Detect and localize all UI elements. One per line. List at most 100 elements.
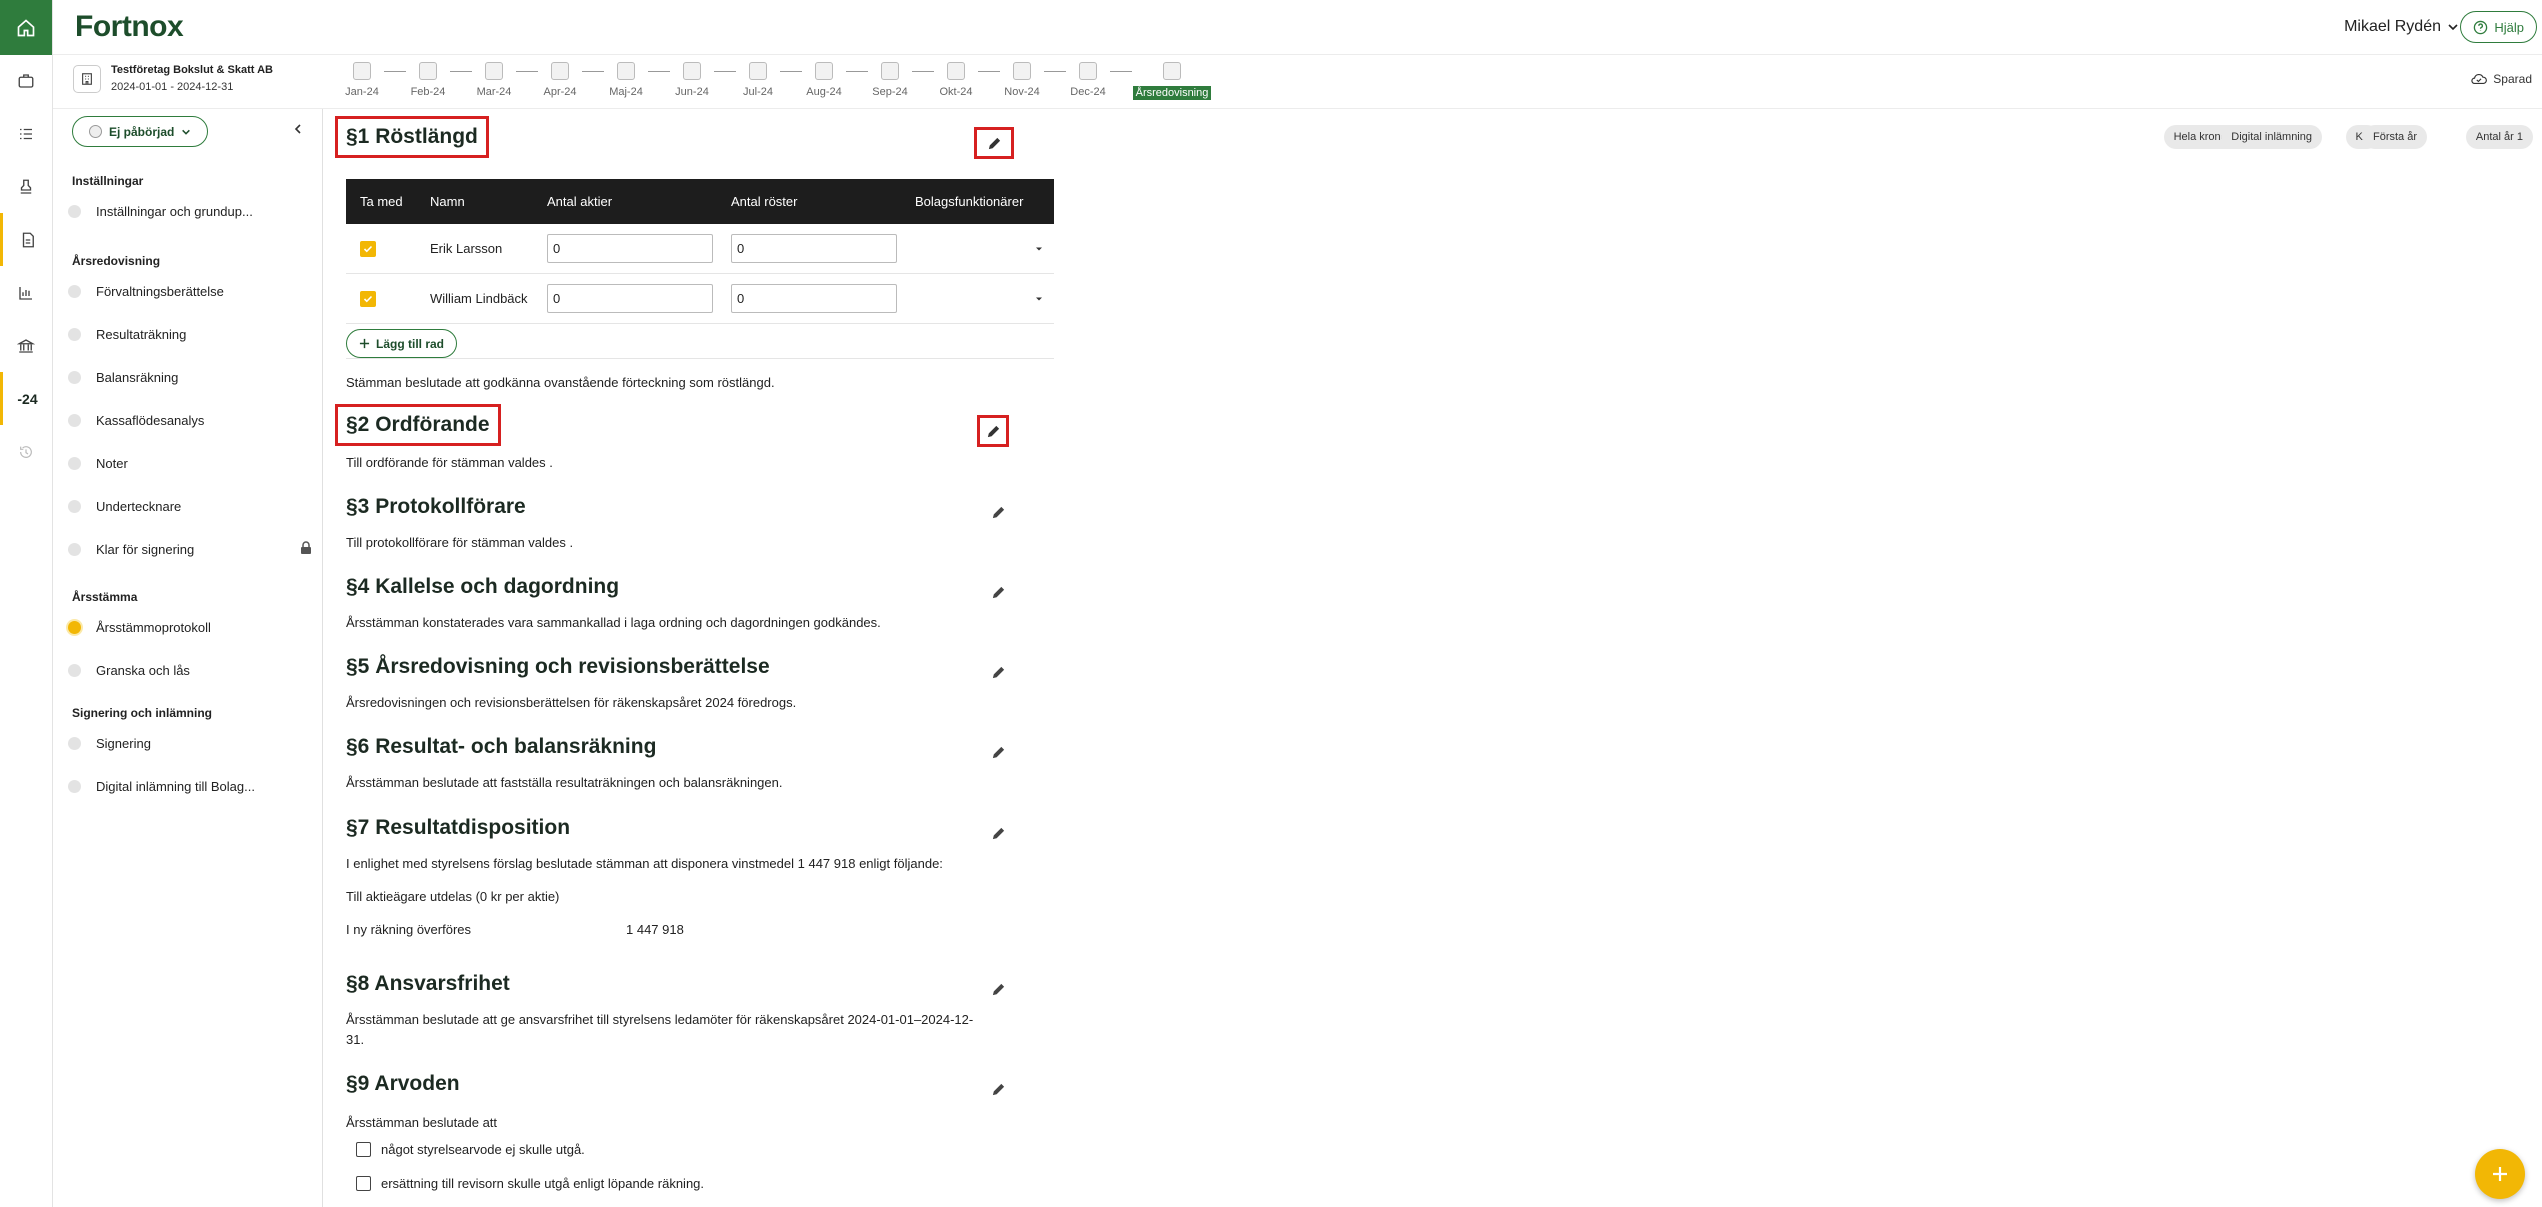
timeline-month[interactable]: Feb-24: [406, 62, 450, 98]
timeline-month-label: Jan-24: [345, 86, 379, 98]
timeline-active-label: Årsredovisning: [1132, 86, 1212, 100]
section-5-text: Årsredovisningen och revisionsberättelse…: [346, 695, 797, 710]
board-fee-checkbox[interactable]: [356, 1142, 371, 1157]
sidebar: Ej påbörjad Inställningar Inställningar o…: [53, 109, 323, 1207]
stamp-icon[interactable]: [0, 160, 52, 213]
pencil-icon: [988, 137, 1000, 149]
sidebar-item[interactable]: Kassaflödesanalys: [68, 405, 312, 435]
sidebar-item[interactable]: Noter: [68, 448, 312, 478]
edit-section-9-button[interactable]: [981, 1072, 1015, 1106]
timeline-month-label: Aug-24: [806, 86, 842, 98]
briefcase-icon[interactable]: [0, 55, 52, 107]
timeline-month[interactable]: Dec-24: [1066, 62, 1110, 98]
document-icon: [815, 62, 833, 80]
timeline-month[interactable]: Jul-24: [736, 62, 780, 98]
timeline-annual-report[interactable]: Årsredovisning: [1132, 62, 1212, 100]
plus-icon: [2493, 1167, 2507, 1181]
annual-report-icon[interactable]: [0, 213, 52, 266]
edit-section-1-button[interactable]: [974, 127, 1014, 159]
timeline-month-label: Apr-24: [543, 86, 577, 98]
logo[interactable]: Fortnox: [75, 10, 184, 44]
sidebar-item[interactable]: Digital inlämning till Bolag...: [68, 771, 312, 801]
user-menu[interactable]: Mikael Rydén: [2344, 18, 2459, 36]
sidebar-item[interactable]: Inställningar och grundup...: [68, 196, 312, 226]
officer-dropdown[interactable]: [915, 244, 1054, 254]
timeline-month[interactable]: Apr-24: [538, 62, 582, 98]
edit-section-4-button[interactable]: [981, 575, 1015, 609]
col-officers: Bolagsfunktionärer: [915, 194, 1024, 209]
shares-input[interactable]: 0: [547, 234, 713, 263]
section-5-title: §5 Årsredovisning och revisionsberättels…: [346, 655, 770, 678]
section-1-text: Stämman beslutade att godkänna ovanståen…: [346, 375, 775, 390]
edit-section-7-button[interactable]: [981, 816, 1015, 850]
sidebar-item[interactable]: Förvaltningsberättelse: [68, 276, 312, 306]
status-bullet-icon: [68, 620, 81, 634]
status-bullet-icon: [68, 284, 81, 298]
section-9-text: Årsstämman beslutade att: [346, 1115, 498, 1130]
edit-section-5-button[interactable]: [981, 655, 1015, 689]
sidebar-item[interactable]: Granska och lås: [68, 655, 312, 685]
status-dropdown[interactable]: Ej påbörjad: [72, 116, 209, 147]
home-icon[interactable]: [0, 0, 52, 55]
document-icon: [1013, 62, 1031, 80]
help-label: Hjälp: [2494, 19, 2524, 35]
collapse-sidebar-icon[interactable]: [292, 123, 304, 138]
add-fab-button[interactable]: [2475, 1149, 2525, 1199]
board-fee-label: något styrelsearvode ej skulle utgå.: [381, 1142, 585, 1157]
timeline-month-label: Maj-24: [609, 86, 643, 98]
document-icon: [551, 62, 569, 80]
timeline-month[interactable]: Jan-24: [340, 62, 384, 98]
sidebar-item[interactable]: Resultaträkning: [68, 319, 312, 349]
timeline-month[interactable]: Jun-24: [670, 62, 714, 98]
timeline-month[interactable]: Maj-24: [604, 62, 648, 98]
edit-section-3-button[interactable]: [981, 495, 1015, 529]
shareholder-name: William Lindbäck: [430, 291, 528, 306]
pencil-icon: [992, 983, 1004, 995]
timeline-month-label: Nov-24: [1004, 86, 1040, 98]
bank-icon[interactable]: [0, 319, 52, 372]
lock-icon: [300, 540, 312, 558]
edit-section-8-button[interactable]: [981, 972, 1015, 1006]
sidebar-item[interactable]: Balansräkning: [68, 362, 312, 392]
setting-chip[interactable]: Antal år 1: [2465, 125, 2533, 149]
votes-input[interactable]: 0: [731, 234, 897, 263]
add-row-button[interactable]: Lägg till rad: [346, 329, 458, 358]
include-checkbox[interactable]: [360, 240, 376, 257]
edit-section-2-button[interactable]: [977, 415, 1009, 447]
sidebar-item[interactable]: Klar för signering: [68, 534, 312, 564]
section-4-text: Årsstämman konstaterades vara sammankall…: [346, 615, 881, 630]
pencil-icon: [992, 666, 1004, 678]
sidebar-item[interactable]: Signering: [68, 728, 312, 758]
document-icon: [881, 62, 899, 80]
sidebar-item-label: Digital inlämning till Bolag...: [96, 778, 255, 794]
setting-chip[interactable]: Första år: [2362, 125, 2427, 149]
chevron-down-icon: [1036, 297, 1042, 300]
auditor-fee-checkbox[interactable]: [356, 1176, 371, 1191]
setting-chip[interactable]: Digital inlämning: [2221, 125, 2322, 149]
votes-input[interactable]: 0: [731, 284, 897, 313]
timeline-month-label: Okt-24: [939, 86, 973, 98]
sidebar-item[interactable]: Årsstämmoprotokoll: [68, 612, 312, 642]
chart-icon[interactable]: [0, 266, 52, 319]
timeline-month[interactable]: Mar-24: [472, 62, 516, 98]
col-votes: Antal röster: [731, 194, 798, 209]
sidebar-item[interactable]: Undertecknare: [68, 491, 312, 521]
timeline-month[interactable]: Aug-24: [802, 62, 846, 98]
include-checkbox[interactable]: [360, 290, 376, 307]
year-badge[interactable]: -24: [0, 372, 52, 425]
company-info[interactable]: Testföretag Bokslut & Skatt AB 2024-01-0…: [73, 64, 273, 93]
checklist-icon[interactable]: [0, 107, 52, 160]
officer-dropdown[interactable]: [915, 294, 1054, 304]
document-icon: [947, 62, 965, 80]
document-icon: [353, 62, 371, 80]
history-icon[interactable]: [0, 425, 52, 478]
timeline-month-label: Sep-24: [872, 86, 908, 98]
shares-input[interactable]: 0: [547, 284, 713, 313]
help-button[interactable]: Hjälp: [2460, 11, 2537, 43]
edit-section-6-button[interactable]: [981, 735, 1015, 769]
timeline-month[interactable]: Sep-24: [868, 62, 912, 98]
timeline-month[interactable]: Okt-24: [934, 62, 978, 98]
pencil-icon: [992, 1083, 1004, 1095]
timeline-month[interactable]: Nov-24: [1000, 62, 1044, 98]
col-shares: Antal aktier: [547, 194, 613, 209]
